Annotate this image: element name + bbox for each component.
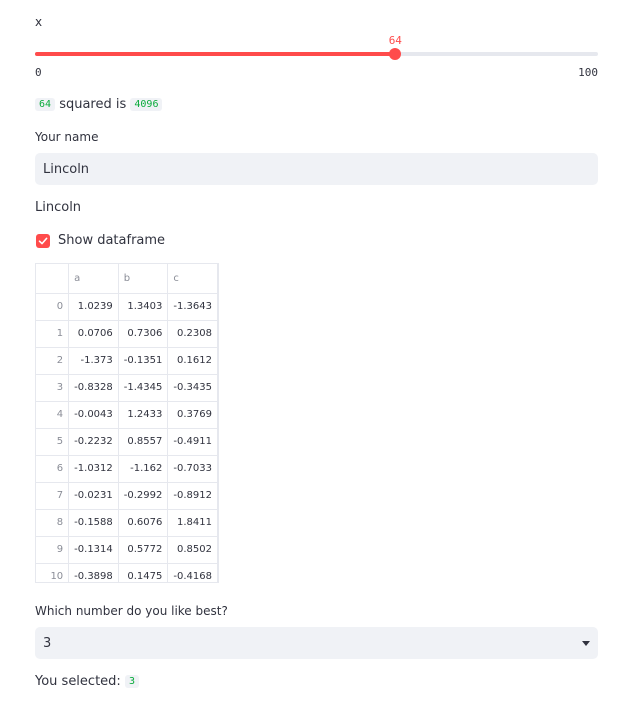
select-label: Which number do you like best? [35, 604, 228, 618]
show-dataframe-label: Show dataframe [58, 233, 166, 248]
table-cell[interactable]: -0.3435 [167, 374, 218, 402]
slider-min: 0 [35, 66, 42, 79]
slider-label: x [35, 15, 43, 29]
table-row: 4 -0.0043 1.2433 0.3769 [36, 401, 218, 429]
table-cell[interactable]: 0.2308 [167, 320, 218, 348]
table-cell[interactable]: -0.7033 [167, 455, 218, 483]
table-cell[interactable]: -0.4168 [167, 563, 218, 582]
table-cell[interactable]: 0.3769 [167, 401, 218, 429]
selected-value-chip: 3 [124, 675, 139, 688]
table-cell[interactable]: -0.8912 [167, 482, 218, 510]
slider-fill [35, 52, 396, 56]
table-cell[interactable]: 0.0706 [68, 320, 119, 348]
table-row: 5 -0.2232 0.8557 -0.4911 [36, 428, 218, 456]
check-icon [38, 237, 48, 245]
table-cell[interactable]: -0.2232 [68, 428, 119, 456]
table-cell[interactable]: -0.1314 [68, 536, 119, 564]
selected-output: You selected: 3 [35, 674, 139, 689]
slider-max: 100 [578, 66, 598, 79]
squared-input-chip: 64 [35, 98, 56, 111]
row-index[interactable]: 7 [36, 482, 70, 510]
squared-result-chip: 4096 [130, 98, 163, 111]
column-header-index[interactable] [36, 264, 70, 294]
squared-text: squared is [59, 97, 127, 112]
table-cell[interactable]: 0.7306 [118, 320, 169, 348]
table-row: 3 -0.8328 -1.4345 -0.3435 [36, 374, 218, 402]
name-input[interactable] [35, 153, 598, 185]
table-cell[interactable]: 1.2433 [118, 401, 169, 429]
table-cell[interactable]: 0.6076 [118, 509, 169, 537]
table-row: 6 -1.0312 -1.162 -0.7033 [36, 455, 218, 483]
table-cell[interactable]: -1.162 [118, 455, 169, 483]
slider-thumb[interactable] [389, 48, 402, 60]
table-cell[interactable]: -0.0043 [68, 401, 119, 429]
row-index[interactable]: 10 [36, 563, 70, 582]
selected-text: You selected: [35, 674, 121, 689]
row-index[interactable]: 4 [36, 401, 70, 429]
name-echo: Lincoln [35, 200, 82, 215]
table-cell[interactable]: 1.0239 [68, 293, 119, 321]
column-header-b[interactable]: b [118, 264, 169, 294]
table-cell[interactable]: -0.8328 [68, 374, 119, 402]
row-index[interactable]: 0 [36, 293, 70, 321]
dataframe-header-row: a b c [36, 264, 218, 294]
table-cell[interactable]: 1.3403 [118, 293, 169, 321]
table-cell[interactable]: -0.3898 [68, 563, 119, 582]
name-label: Your name [35, 130, 99, 144]
table-cell[interactable]: 0.8502 [167, 536, 218, 564]
table-cell[interactable]: -0.2992 [118, 482, 169, 510]
table-cell[interactable]: 0.5772 [118, 536, 169, 564]
row-index[interactable]: 9 [36, 536, 70, 564]
row-index[interactable]: 2 [36, 347, 70, 375]
row-index[interactable]: 6 [36, 455, 70, 483]
table-row: 2 -1.373 -0.1351 0.1612 [36, 347, 218, 375]
number-select[interactable]: 3 [35, 627, 598, 659]
row-index[interactable]: 8 [36, 509, 70, 537]
table-row: 8 -0.1588 0.6076 1.8411 [36, 509, 218, 537]
table-cell[interactable]: -1.4345 [118, 374, 169, 402]
slider-value: 64 [388, 34, 402, 47]
table-cell[interactable]: -1.0312 [68, 455, 119, 483]
table-cell[interactable]: -1.3643 [167, 293, 218, 321]
table-cell[interactable]: 1.8411 [167, 509, 218, 537]
chevron-down-icon[interactable] [582, 640, 590, 646]
table-cell[interactable]: -0.1588 [68, 509, 119, 537]
table-cell[interactable]: -0.0231 [68, 482, 119, 510]
row-index[interactable]: 1 [36, 320, 70, 348]
row-index[interactable]: 3 [36, 374, 70, 402]
squared-output: 64 squared is 4096 [35, 97, 163, 112]
table-cell[interactable]: 0.1475 [118, 563, 169, 582]
column-header-a[interactable]: a [68, 264, 119, 294]
slider-track[interactable]: 64 [35, 34, 598, 60]
table-cell[interactable]: -0.4911 [167, 428, 218, 456]
table-row: 1 0.0706 0.7306 0.2308 [36, 320, 218, 348]
table-cell[interactable]: -1.373 [68, 347, 119, 375]
table-row: 10 -0.3898 0.1475 -0.4168 [36, 563, 218, 582]
select-value: 3 [43, 635, 52, 651]
table-cell[interactable]: 0.1612 [167, 347, 218, 375]
table-row: 7 -0.0231 -0.2992 -0.8912 [36, 482, 218, 510]
table-cell[interactable]: -0.1351 [118, 347, 169, 375]
table-cell[interactable]: 0.8557 [118, 428, 169, 456]
row-index[interactable]: 5 [36, 428, 70, 456]
column-header-c[interactable]: c [167, 264, 218, 294]
table-row: 9 -0.1314 0.5772 0.8502 [36, 536, 218, 564]
table-row: 0 1.0239 1.3403 -1.3643 [36, 293, 218, 321]
show-dataframe-checkbox[interactable] [36, 234, 50, 248]
dataframe[interactable]: a b c 0 1.0239 1.3403 -1.3643 1 0.0706 0.7306 0… [35, 263, 219, 583]
